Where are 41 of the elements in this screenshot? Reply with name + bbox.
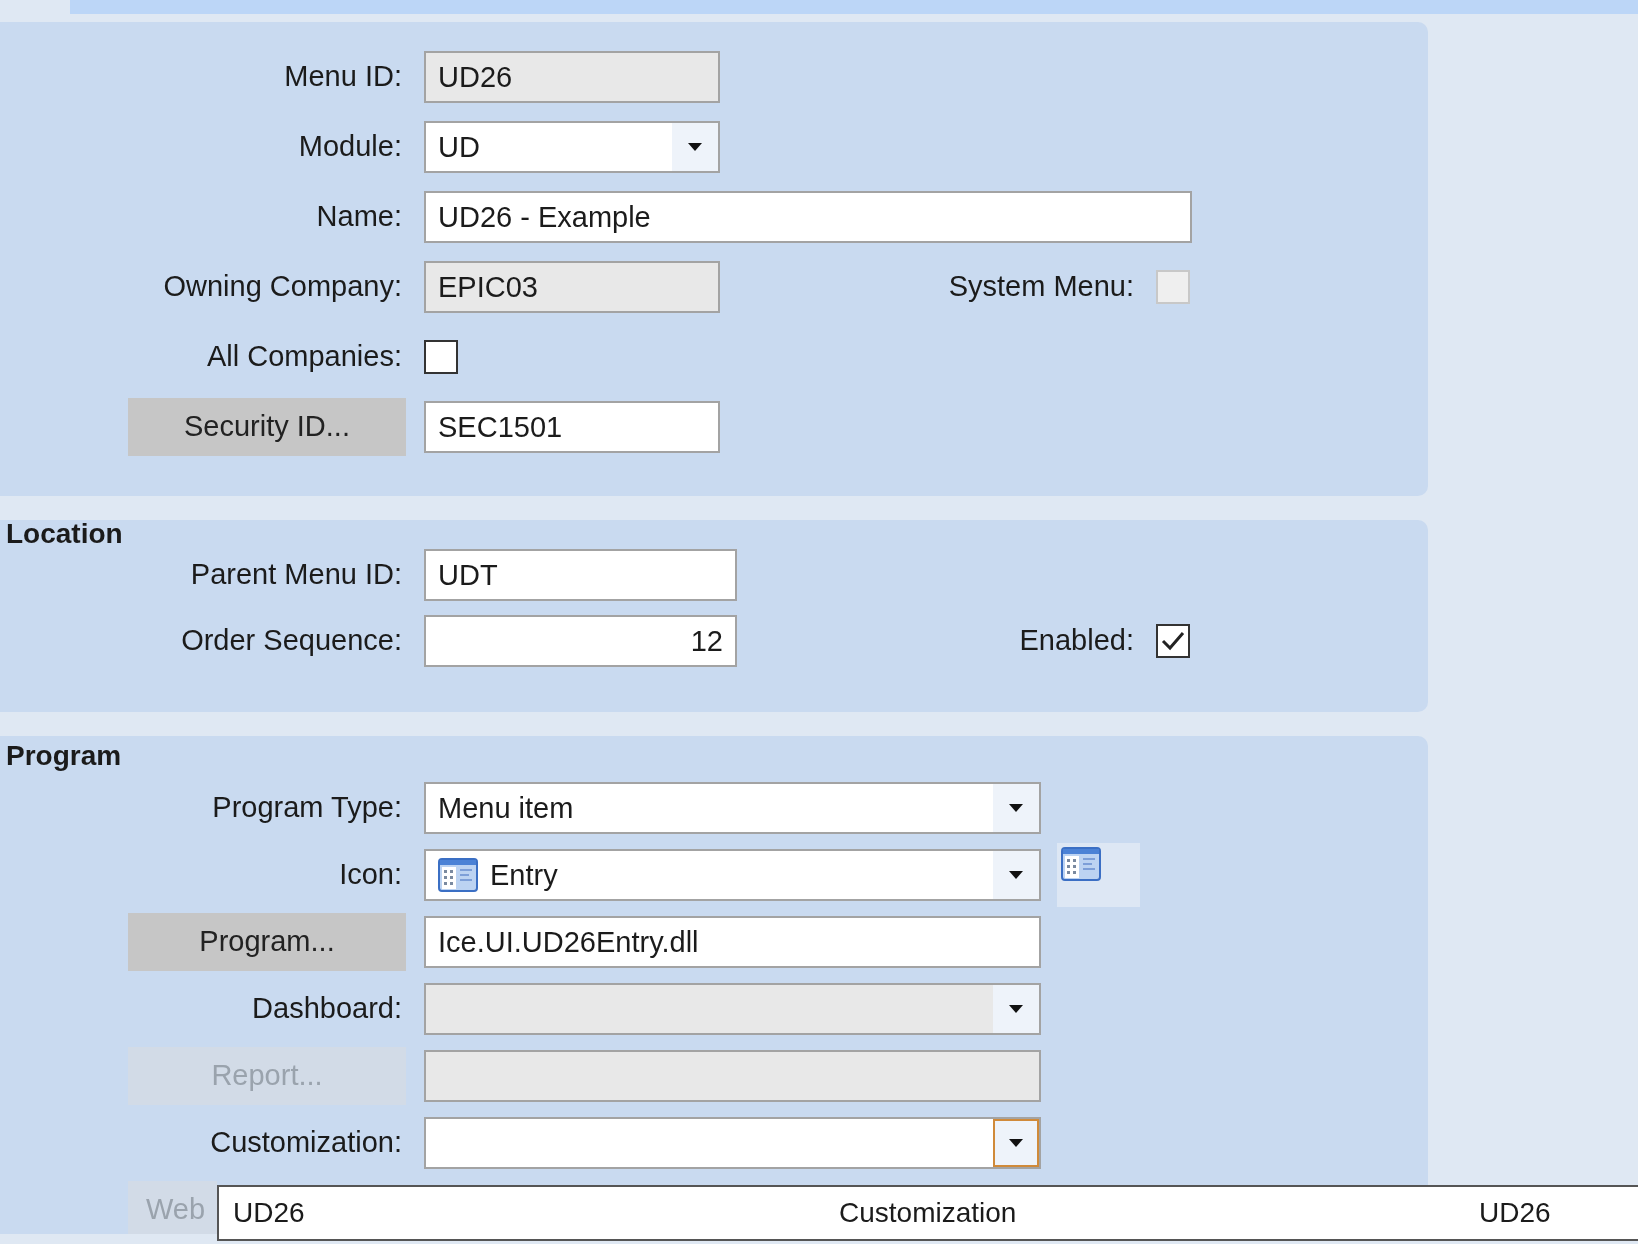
field-label: Name:	[315, 199, 402, 235]
checkbox[interactable]	[1156, 624, 1190, 658]
text-field[interactable]: Ice.UI.UD26Entry.dll	[424, 915, 1041, 968]
field-label: All Companies:	[205, 339, 402, 375]
field-label: Menu ID:	[283, 59, 402, 95]
window-icon	[1061, 846, 1101, 881]
dropdown-arrow-icon	[1009, 1004, 1023, 1013]
text-field[interactable]: UD26 - Example	[424, 191, 1192, 243]
field-label: Enabled:	[1019, 623, 1134, 659]
section-title: Program	[5, 742, 123, 770]
dropdown-arrow-icon	[1009, 1138, 1023, 1147]
field-label: Order Sequence:	[180, 623, 402, 659]
dropdown-field[interactable]: Entry	[424, 848, 1041, 901]
field-label: Program Type:	[211, 789, 402, 825]
dropdown-field[interactable]: Menu item	[424, 781, 1041, 834]
text-field[interactable]: SEC1501	[424, 401, 720, 453]
dropdown-field[interactable]: UD	[424, 121, 720, 173]
dropdown-arrow-icon	[1009, 870, 1023, 879]
field-label: Dashboard:	[251, 990, 402, 1026]
checkmark-icon	[1160, 630, 1186, 652]
field-label: Parent Menu ID:	[189, 557, 402, 593]
dropdown-arrow-icon	[1009, 803, 1023, 812]
field-label: Icon:	[338, 856, 402, 892]
field-label: Module:	[297, 129, 402, 165]
action-button[interactable]: Security ID...	[128, 398, 406, 456]
dropdown-field[interactable]	[424, 1116, 1041, 1169]
dropdown-list-menu[interactable]: UD26 Customization UD26	[217, 1185, 1638, 1241]
list-cell-text: Customization	[839, 1196, 1017, 1230]
list-cell-text: UD26	[232, 1196, 305, 1230]
checkbox[interactable]	[424, 340, 458, 374]
dropdown-arrow-icon	[688, 143, 702, 151]
section-title: Location	[5, 520, 124, 548]
field-label: Customization:	[209, 1124, 402, 1160]
text-field[interactable]: UDT	[424, 549, 737, 601]
window-icon	[438, 857, 478, 892]
field-label: System Menu:	[948, 269, 1134, 305]
field-label: Owning Company:	[162, 269, 402, 305]
text-field[interactable]: 12	[424, 615, 737, 667]
icon-preview-button[interactable]	[1057, 842, 1140, 907]
list-cell-text: UD26	[1479, 1196, 1551, 1230]
action-button[interactable]: Program...	[128, 912, 406, 971]
